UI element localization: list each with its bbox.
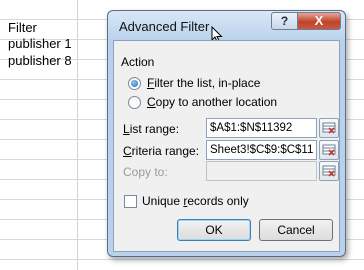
copy-to-collapse-button[interactable] (319, 161, 339, 181)
advanced-filter-dialog: Advanced Filter ? X Action Filter the li… (107, 10, 346, 257)
unique-records-label: Unique records only (142, 194, 249, 208)
copy-to-input[interactable] (206, 161, 317, 181)
help-button[interactable]: ? (271, 12, 298, 30)
cancel-button[interactable]: Cancel (259, 219, 333, 241)
ok-button[interactable]: OK (177, 219, 251, 241)
cell-a3[interactable]: publisher 8 (8, 51, 72, 70)
unique-records-option[interactable]: Unique records only (124, 193, 249, 209)
unique-records-checkbox[interactable] (124, 194, 137, 208)
close-icon: X (314, 13, 324, 28)
radio-copy-to-location[interactable]: Copy to another location (128, 94, 277, 110)
action-group-label: Action (121, 55, 155, 69)
dialog-titlebar[interactable]: Advanced Filter ? X (108, 11, 345, 44)
dialog-body: Action Filter the list, in-place Copy to… (113, 40, 340, 252)
copy-to-label: Copy to: (123, 165, 168, 179)
range-selector-icon (322, 165, 336, 177)
radio-copy-label: Copy to another location (147, 95, 278, 109)
criteria-range-collapse-button[interactable] (319, 140, 339, 160)
list-range-label: List range: (123, 122, 180, 136)
list-range-input[interactable]: $A$1:$N$11392 (206, 118, 317, 138)
criteria-range-input[interactable]: Sheet3!$C$9:$C$11 (206, 140, 317, 160)
list-range-collapse-button[interactable] (319, 118, 339, 138)
criteria-range-label: Criteria range: (123, 144, 200, 158)
radio-copy-indicator[interactable] (128, 95, 141, 109)
range-selector-icon (322, 144, 336, 156)
radio-filter-label: Filter the list, in-place (147, 76, 261, 90)
close-button[interactable]: X (297, 12, 341, 30)
range-selector-icon (322, 122, 336, 134)
radio-filter-indicator[interactable] (128, 76, 141, 90)
radio-filter-in-place[interactable]: Filter the list, in-place (128, 75, 260, 91)
dialog-title: Advanced Filter (119, 19, 210, 34)
